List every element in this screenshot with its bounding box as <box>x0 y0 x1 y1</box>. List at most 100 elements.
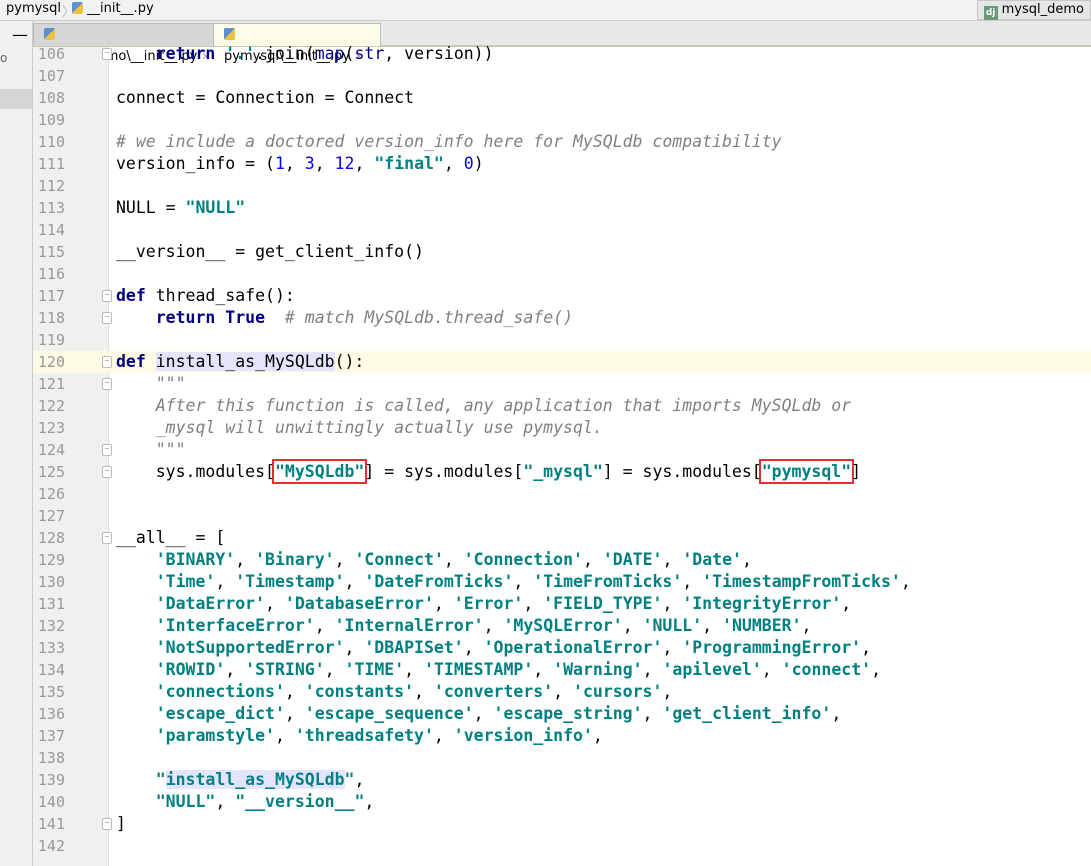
django-icon: dj <box>983 6 998 20</box>
code-line[interactable]: 107 <box>33 65 1091 87</box>
code-line[interactable]: 118 − return True # match MySQLdb.thread_… <box>33 307 1091 329</box>
code-token: , <box>334 550 355 569</box>
code-line[interactable]: 111 version_info = (1, 3, 12, "final", 0) <box>33 153 1091 175</box>
code-text: 'ROWID', 'STRING', 'TIME', 'TIMESTAMP', … <box>116 659 881 681</box>
fold-icon[interactable]: − <box>102 444 112 456</box>
code-token: , <box>662 638 683 657</box>
fold-icon[interactable]: − <box>102 378 112 390</box>
code-line[interactable]: 134 'ROWID', 'STRING', 'TIME', 'TIMESTAM… <box>33 659 1091 681</box>
code-line[interactable]: 109 <box>33 109 1091 131</box>
code-line[interactable]: 133 'NotSupportedError', 'DBAPISet', 'Op… <box>33 637 1091 659</box>
code-line[interactable]: 137 'paramstyle', 'threadsafety', 'versi… <box>33 725 1091 747</box>
project-panel: — o <box>0 21 33 866</box>
code-line[interactable]: 113 NULL = "NULL" <box>33 197 1091 219</box>
code-token: """ <box>155 440 186 459</box>
code-line[interactable]: 127 <box>33 505 1091 527</box>
line-number: 131 <box>37 595 65 613</box>
code-line[interactable]: 142 <box>33 835 1091 857</box>
fold-icon[interactable]: − <box>102 312 112 324</box>
code-token: 'Date' <box>682 550 742 569</box>
code-token: , <box>801 616 812 635</box>
breadcrumb-file[interactable]: __init__.py <box>72 1 154 16</box>
code-line[interactable]: 108 connect = Connection = Connect <box>33 87 1091 109</box>
code-line[interactable]: 117 − def thread_safe(): <box>33 285 1091 307</box>
code-token: , <box>473 704 494 723</box>
code-line[interactable]: 121 − """ <box>33 373 1091 395</box>
code-line[interactable]: 123 _mysql will unwittingly actually use… <box>33 417 1091 439</box>
code-line[interactable]: 112 <box>33 175 1091 197</box>
breadcrumb-pymysql[interactable]: pymysql <box>6 1 61 16</box>
code-line[interactable]: 135 'connections', 'constants', 'convert… <box>33 681 1091 703</box>
code-token: thread_safe(): <box>145 286 295 305</box>
highlighted-string-box: "pymysql" <box>758 459 855 484</box>
code-line[interactable]: 125− sys.modules["MySQLdb"] = sys.module… <box>33 459 1091 484</box>
code-line[interactable]: 140 "NULL", "__version__", <box>33 791 1091 813</box>
code-editor[interactable]: 106− return '.'.join(map(str, version)) 1… <box>33 43 1091 857</box>
code-line[interactable]: 124 − """ <box>33 439 1091 461</box>
code-line[interactable]: 120 − def install_as_MySQLdb(): <box>33 351 1091 373</box>
fold-icon[interactable]: − <box>102 290 112 302</box>
fold-icon[interactable]: − <box>102 532 112 544</box>
fold-icon[interactable]: − <box>102 356 112 368</box>
collapse-button[interactable]: — <box>12 25 28 44</box>
code-line[interactable]: 132 'InterfaceError', 'InternalError', '… <box>33 615 1091 637</box>
code-text: After this function is called, any appli… <box>116 395 851 417</box>
code-token: , <box>553 682 574 701</box>
code-token: "NULL" <box>155 792 216 811</box>
code-token: 'STRING' <box>245 660 325 679</box>
project-button[interactable]: dj mysql_demo <box>976 0 1091 20</box>
code-token: 'Timestamp' <box>235 572 345 591</box>
panel-text-fragment: o <box>0 51 8 65</box>
code-line[interactable]: 115 __version__ = get_client_info() <box>33 241 1091 263</box>
code-line[interactable]: 106 − return '.'.join(map(str, version)) <box>33 43 1091 65</box>
code-token: , <box>533 660 554 679</box>
fold-icon[interactable]: − <box>102 48 112 60</box>
line-number: 125 <box>37 463 65 481</box>
highlighted-string-box: "MySQLdb" <box>271 459 368 484</box>
line-number: 137 <box>37 727 65 745</box>
code-text: version_info = (1, 3, 12, "final", 0) <box>116 153 484 175</box>
code-line[interactable]: 128 − __all__ = [ <box>33 527 1091 549</box>
code-token: 'threadsafety' <box>294 726 434 745</box>
code-text: # we include a doctored version_info her… <box>116 131 782 153</box>
fold-icon[interactable]: − <box>102 818 112 830</box>
code-line[interactable]: 119 <box>33 329 1091 351</box>
fold-icon[interactable]: − <box>102 466 112 478</box>
code-line[interactable]: 130 'Time', 'Timestamp', 'DateFromTicks'… <box>33 571 1091 593</box>
code-token: 'ProgrammingError' <box>682 638 862 657</box>
code-line[interactable]: 122 After this function is called, any a… <box>33 395 1091 417</box>
code-line[interactable]: 141 −] <box>33 813 1091 835</box>
code-line[interactable]: 129 'BINARY', 'Binary', 'Connect', 'Conn… <box>33 549 1091 571</box>
code-text: 'InterfaceError', 'InternalError', 'MySQ… <box>116 615 812 637</box>
code-line[interactable]: 114 <box>33 219 1091 241</box>
code-token: , <box>831 704 842 723</box>
code-line[interactable]: 110 # we include a doctored version_info … <box>33 131 1091 153</box>
code-token: # we include a doctored version_info her… <box>116 132 782 151</box>
code-token: , <box>662 682 673 701</box>
code-line[interactable]: 139 "install_as_MySQLdb", <box>33 769 1091 791</box>
code-token: 'BINARY' <box>155 550 236 569</box>
code-line[interactable]: 131 'DataError', 'DatabaseError', 'Error… <box>33 593 1091 615</box>
code-text: """ <box>116 439 186 461</box>
code-token: return <box>155 308 216 327</box>
code-line[interactable]: 138 <box>33 747 1091 769</box>
line-number: 140 <box>37 793 65 811</box>
code-token: 'FIELD_TYPE' <box>543 594 663 613</box>
line-number: 129 <box>37 551 65 569</box>
selected-tree-item[interactable] <box>0 89 32 109</box>
code-line[interactable]: 116 <box>33 263 1091 285</box>
code-token: , <box>324 660 345 679</box>
code-line[interactable]: 136 'escape_dict', 'escape_sequence', 'e… <box>33 703 1091 725</box>
code-text: 'Time', 'Timestamp', 'DateFromTicks', 'T… <box>116 571 911 593</box>
line-number: 117 <box>37 287 65 305</box>
code-line[interactable]: 126 <box>33 483 1091 505</box>
code-token: 'connections' <box>155 682 285 701</box>
code-token: , <box>433 594 454 613</box>
line-number: 106 <box>37 45 65 63</box>
